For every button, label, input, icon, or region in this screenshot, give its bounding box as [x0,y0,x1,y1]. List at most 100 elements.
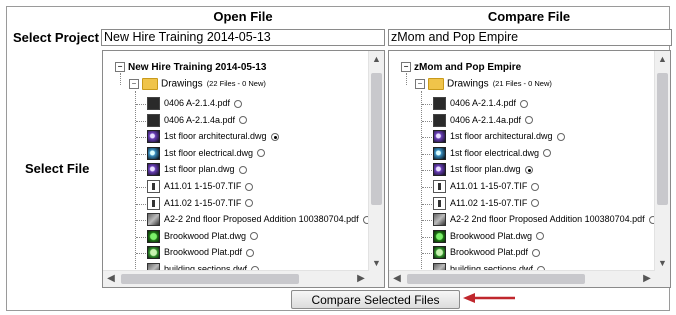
tree-connector [136,220,146,222]
tree-connector [422,236,432,238]
dwg-icon [147,146,160,160]
file-item[interactable]: 1st floor electrical.dwg [147,146,266,160]
file-item[interactable]: Brookwood Plat.dwg [433,229,545,243]
file-select-radio[interactable] [246,248,255,257]
tree-root[interactable]: − zMom and Pop Empire [401,62,521,73]
file-item[interactable]: Brookwood Plat.dwg [147,229,259,243]
file-select-radio[interactable] [245,199,254,208]
file-select-radio[interactable] [525,116,534,125]
file-item[interactable]: A2-2 2nd floor Proposed Addition 1003807… [147,213,369,227]
file-name: 1st floor architectural.dwg [164,131,267,142]
file-item[interactable]: 1st floor plan.dwg [433,163,533,177]
tree-connector [136,187,146,188]
open-tree-vertical-scrollbar[interactable]: ▲ ▼ [368,51,384,271]
open-project-field[interactable]: New Hire Training 2014-05-13 [101,29,385,46]
tree-connector [120,73,121,85]
file-item[interactable]: A11.01 1-15-07.TIF [433,180,540,193]
file-name: 0406 A-2.1.4a.pdf [450,114,522,125]
file-select-radio[interactable] [250,232,259,241]
file-item[interactable]: A11.01 1-15-07.TIF [147,180,254,193]
file-item[interactable]: Brookwood Plat.pdf [147,246,255,260]
file-name: A11.02 1-15-07.TIF [450,197,528,208]
open-file-tree[interactable]: − New Hire Training 2014-05-13− Drawings (2… [102,50,385,288]
file-name: 1st floor plan.dwg [450,164,521,175]
file-item[interactable]: A11.02 1-15-07.TIF [433,196,540,210]
open-tree-horizontal-scrollbar[interactable]: ◀ ▶ [103,270,369,287]
file-item[interactable]: 0406 A-2.1.4a.pdf [433,113,534,127]
file-item[interactable]: 1st floor plan.dwg [147,163,247,177]
compare-selected-files-button[interactable]: Compare Selected Files [291,290,460,309]
file-item[interactable]: 1st floor architectural.dwg [147,130,279,144]
file-item[interactable]: 0406 A-2.1.4a.pdf [147,113,248,127]
tif-icon [147,196,160,210]
compare-file-tree[interactable]: − zMom and Pop Empire − Drawings (21 Files -… [388,50,671,288]
folder-file-count: (22 Files - 0 New) [206,79,266,89]
file-name: Brookwood Plat.dwg [450,230,533,241]
tree-folder-drawings[interactable]: − Drawings (22 Files - 0 New) [129,78,266,90]
tree-root[interactable]: − New Hire Training 2014-05-13 [115,62,266,73]
collapse-icon[interactable]: − [401,62,411,73]
tree-connector [136,203,146,205]
file-select-radio[interactable] [245,182,254,191]
tree-connector [135,91,136,271]
scroll-down-icon[interactable]: ▼ [369,255,384,271]
file-select-radio[interactable] [234,99,243,108]
scroll-up-icon[interactable]: ▲ [369,51,384,67]
scroll-thumb[interactable] [371,73,382,205]
file-select-radio[interactable] [524,165,533,174]
tree-folder-drawings[interactable]: − Drawings (21 Files - 0 New) [415,78,552,90]
file-select-radio[interactable] [531,182,540,191]
dwg-icon [433,163,446,177]
tree-root-label: zMom and Pop Empire [414,62,522,73]
file-item[interactable]: Brookwood Plat.pdf [433,246,541,260]
tree-connector [422,187,432,188]
file-name: 0406 A-2.1.4a.pdf [164,114,236,125]
scroll-thumb[interactable] [657,73,668,205]
scroll-right-icon[interactable]: ▶ [353,271,369,287]
file-select-radio[interactable] [556,132,565,141]
file-name: 1st floor architectural.dwg [450,131,553,142]
file-select-radio[interactable] [536,232,545,241]
scroll-corner [655,271,670,287]
scroll-up-icon[interactable]: ▲ [655,51,670,67]
file-select-radio[interactable] [520,99,529,108]
scroll-left-icon[interactable]: ◀ [103,271,119,287]
file-select-radio[interactable] [543,149,552,158]
compare-tree-vertical-scrollbar[interactable]: ▲ ▼ [654,51,670,271]
file-select-radio[interactable] [531,199,540,208]
dwg-icon [433,146,446,160]
tree-root-label: New Hire Training 2014-05-13 [128,62,267,73]
folder-file-count: (21 Files - 0 New) [492,79,552,89]
tree-connector [136,170,146,172]
tree-connector [422,253,432,255]
red-arrow-icon [463,293,515,303]
file-item[interactable]: A11.02 1-15-07.TIF [147,196,254,210]
file-select-radio[interactable] [257,149,266,158]
scroll-left-icon[interactable]: ◀ [389,271,405,287]
file-item[interactable]: 1st floor electrical.dwg [433,146,552,160]
scroll-down-icon[interactable]: ▼ [655,255,670,271]
collapse-icon[interactable]: − [115,62,125,73]
file-item[interactable]: 0406 A-2.1.4.pdf [147,97,243,110]
file-select-radio[interactable] [239,116,248,125]
file-select-radio[interactable] [532,248,541,257]
collapse-icon[interactable]: − [129,79,139,89]
file-name: 0406 A-2.1.4.pdf [450,97,517,108]
pdf-icon [147,97,160,110]
file-item[interactable]: 0406 A-2.1.4.pdf [433,97,529,110]
compare-file-header: Compare File [487,9,571,24]
file-item[interactable]: A2-2 2nd floor Proposed Addition 1003807… [433,213,655,227]
collapse-icon[interactable]: − [415,79,425,89]
file-select-radio[interactable] [270,132,279,141]
file-item[interactable]: 1st floor architectural.dwg [433,130,565,144]
scroll-thumb[interactable] [121,274,299,284]
compare-tree-horizontal-scrollbar[interactable]: ◀ ▶ [389,270,655,287]
select-file-label: Select File [25,161,90,176]
image-icon [147,213,160,227]
file-name: 1st floor electrical.dwg [450,147,540,158]
scroll-right-icon[interactable]: ▶ [639,271,655,287]
scroll-thumb[interactable] [407,274,585,284]
compare-project-field[interactable]: zMom and Pop Empire [388,29,672,46]
file-select-radio[interactable] [238,165,247,174]
tree-connector [422,120,432,122]
